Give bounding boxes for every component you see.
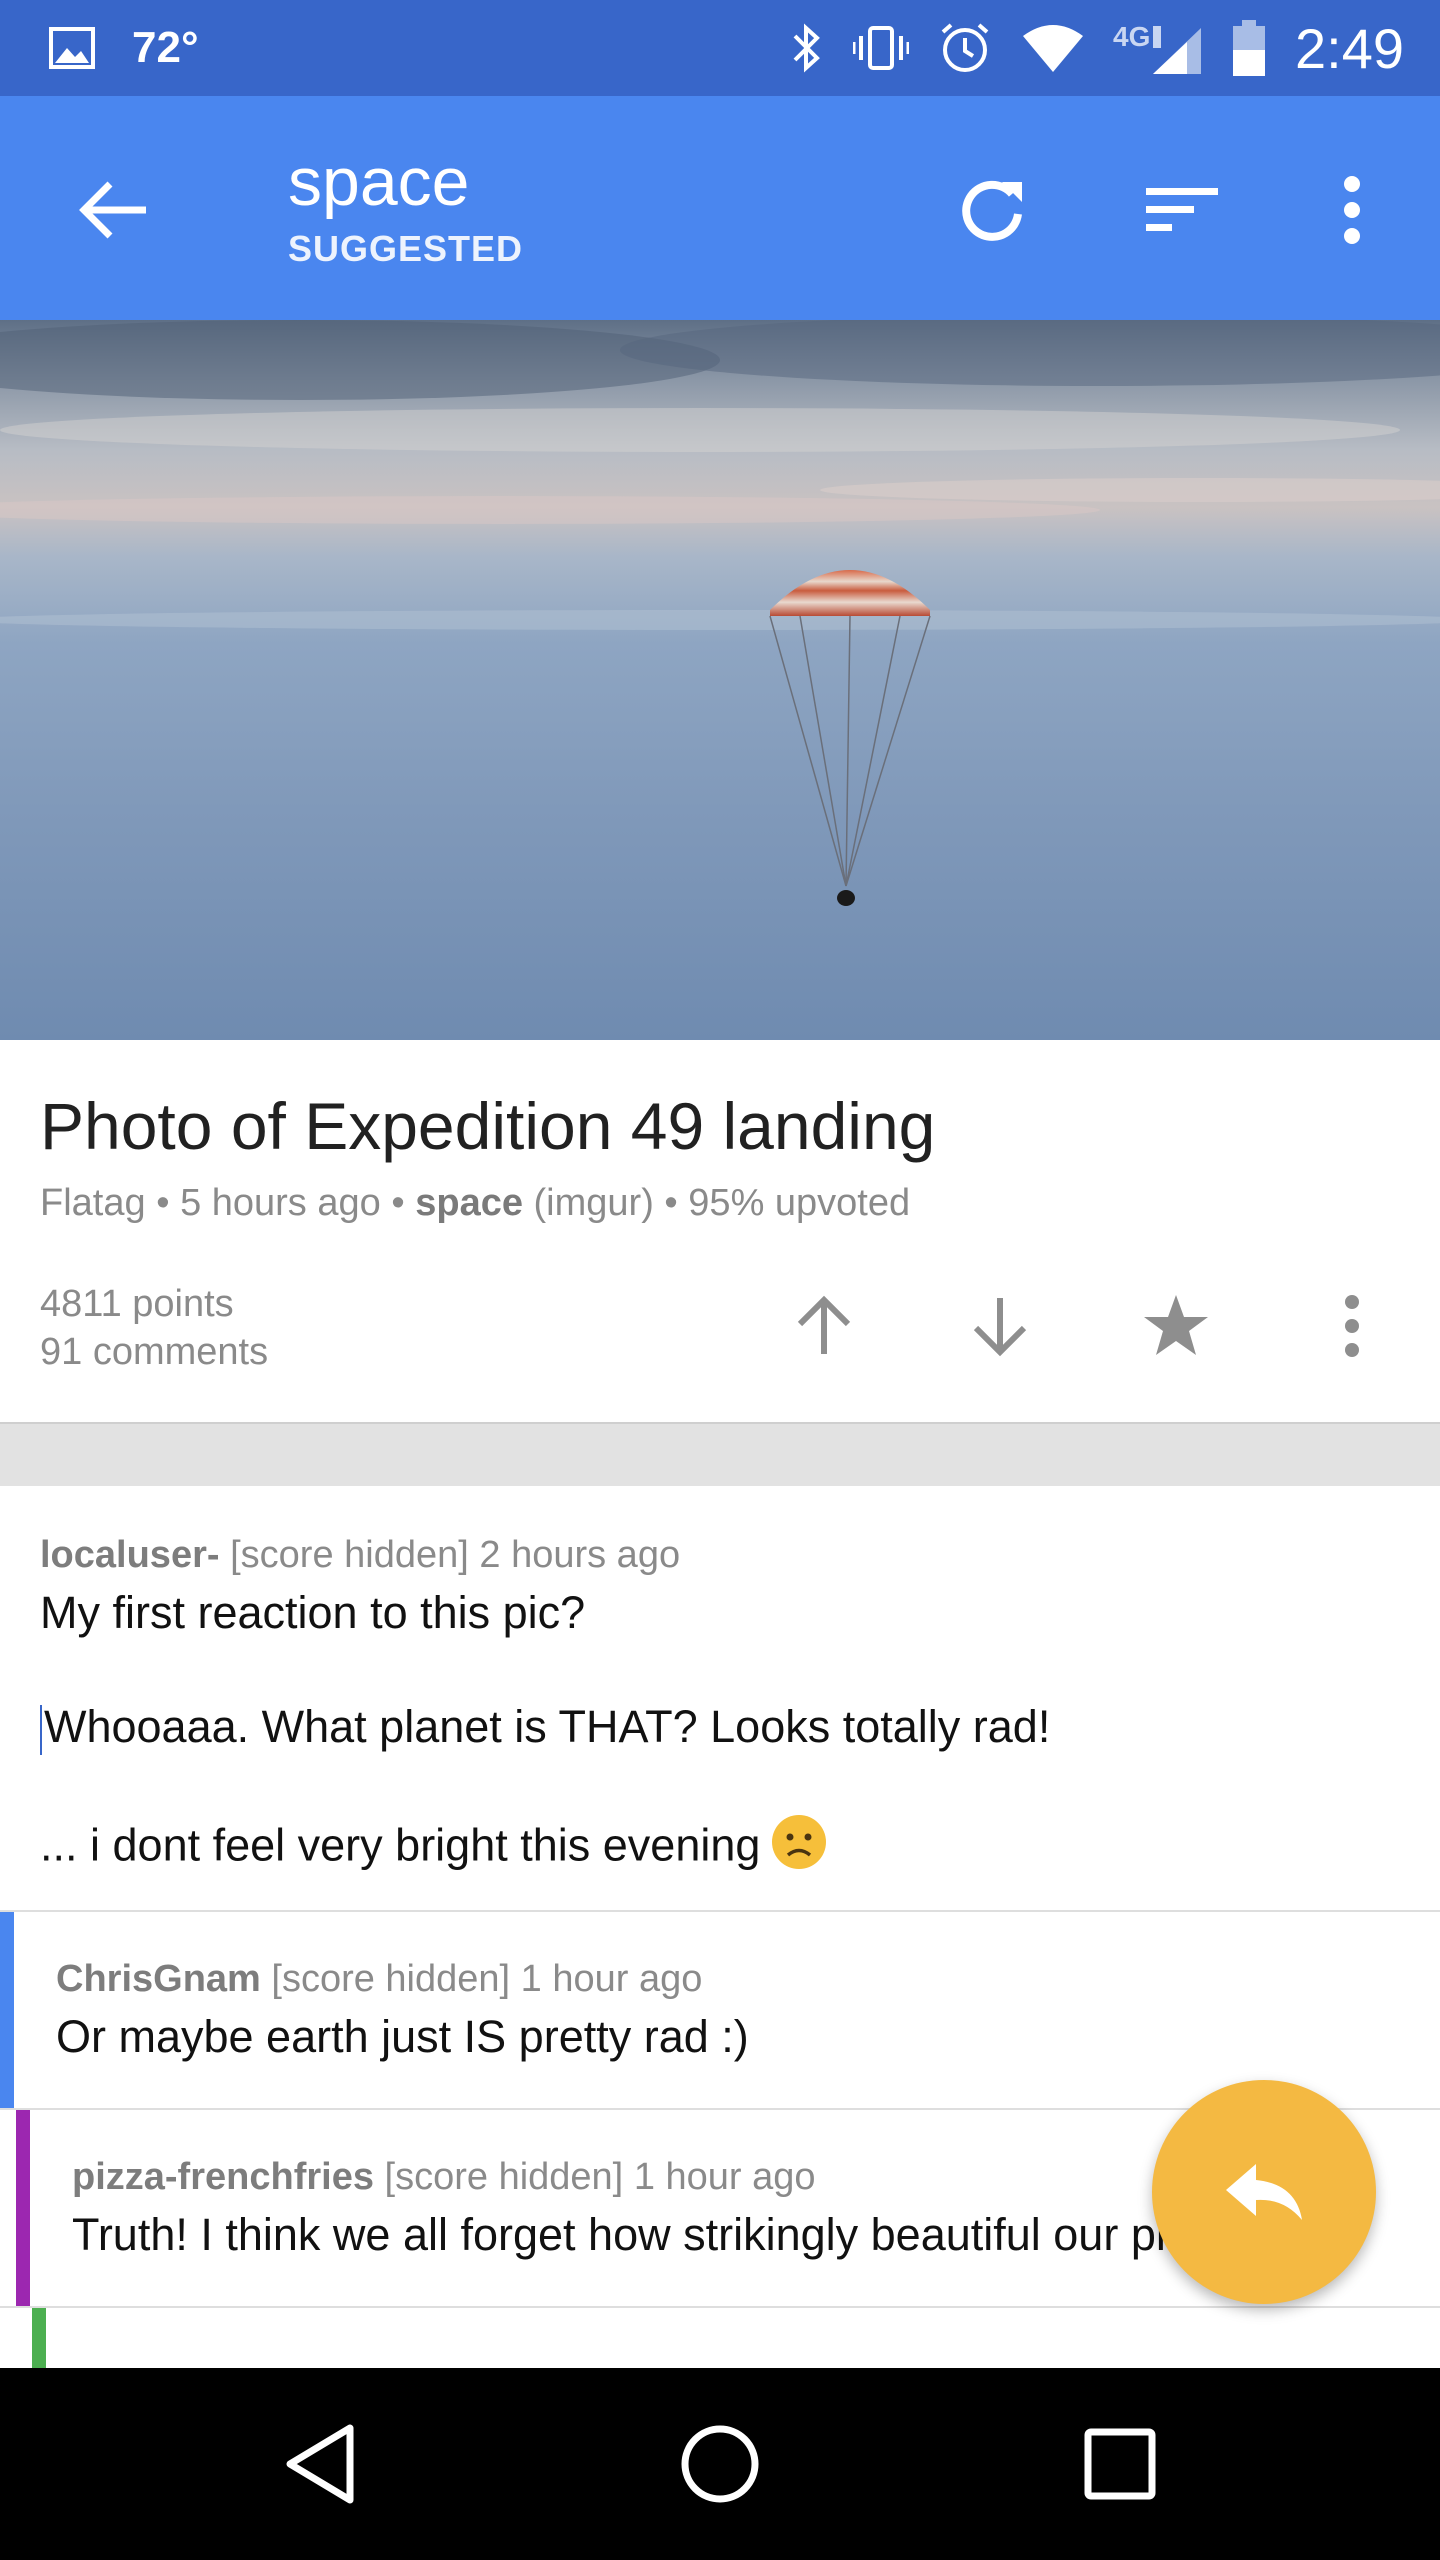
more-vert-icon — [1345, 1295, 1359, 1357]
comment-score: [score hidden] — [230, 1534, 469, 1576]
image-icon — [48, 26, 96, 70]
nav-back-button[interactable] — [264, 2408, 376, 2520]
reply-button[interactable] — [1152, 2080, 1376, 2304]
app-bar: space SUGGESTED — [0, 96, 1440, 320]
comment-line-wrap: ... i dont feel very bright this evening — [40, 1813, 1050, 1884]
comment-body: Or maybe earth just IS pretty rad :) — [56, 2011, 749, 2062]
comment[interactable]: ChrisGnam [score hidden] 1 hour ago Or m… — [0, 1912, 1440, 2110]
refresh-icon — [962, 180, 1022, 241]
status-bar: 72° 4G 2:49 — [0, 0, 1440, 96]
more-vert-icon — [1344, 176, 1360, 244]
star-icon — [1144, 1295, 1208, 1355]
comment-header: localuser- [score hidden] 2 hours ago — [40, 1534, 1050, 1577]
post-meta: Flatag • 5 hours ago • space (imgur) • 9… — [40, 1182, 911, 1224]
comment-author[interactable]: pizza-frenchfries — [72, 2156, 374, 2198]
post-more-button[interactable] — [1296, 1270, 1408, 1382]
depth-indicator — [16, 2110, 30, 2306]
signal-icon: 4G — [1113, 20, 1203, 76]
upvote-icon — [797, 1295, 851, 1354]
nav-recents-button[interactable] — [1064, 2408, 1176, 2520]
comment-body: My first reaction to this pic? Whooaaa. … — [40, 1585, 1050, 1884]
bluetooth-icon — [789, 20, 825, 76]
sort-button[interactable] — [1126, 154, 1238, 266]
depth-indicator — [32, 2308, 46, 2368]
comment-line: Whooaaa. What planet is THAT? Looks tota… — [44, 1701, 1051, 1752]
app-bar-titles: space SUGGESTED — [288, 142, 523, 270]
comment-score: [score hidden] — [384, 2156, 624, 2198]
depth-indicator — [0, 1912, 14, 2108]
sad-face-emoji-icon — [770, 1813, 828, 1884]
comment-header: ChrisGnam [score hidden] 1 hour ago — [56, 1958, 749, 2001]
comment-line: ... i dont feel very bright this evening — [40, 1819, 761, 1871]
post-comment-count: 91 comments — [40, 1331, 269, 1373]
comment-line-wrap: Whooaaa. What planet is THAT? Looks tota… — [40, 1699, 1051, 1756]
post-domain: (imgur) — [533, 1182, 654, 1224]
post-subreddit[interactable]: space — [415, 1182, 523, 1224]
more-options-button[interactable] — [1296, 154, 1408, 266]
refresh-button[interactable] — [936, 154, 1048, 266]
post-author[interactable]: Flatag — [40, 1182, 146, 1224]
page-title: space — [288, 144, 470, 220]
post-upvote-ratio: 95% upvoted — [688, 1182, 911, 1224]
comment[interactable] — [0, 2308, 1440, 2368]
temperature: 72° — [132, 23, 199, 72]
comment-age: 1 hour ago — [633, 2156, 816, 2198]
post-title[interactable]: Photo of Expedition 49 landing — [40, 1088, 935, 1164]
post-image[interactable] — [0, 320, 1440, 1040]
comment-age: 1 hour ago — [520, 1958, 703, 2000]
page-subtitle: SUGGESTED — [288, 228, 524, 269]
post-age: 5 hours ago — [180, 1182, 381, 1224]
text-cursor — [40, 1705, 42, 1756]
battery-icon — [1231, 18, 1267, 78]
save-button[interactable] — [1120, 1270, 1232, 1382]
reply-icon — [1226, 2164, 1302, 2220]
nav-back-icon — [286, 2424, 354, 2504]
vibrate-icon — [853, 24, 909, 72]
nav-recents-icon — [1084, 2428, 1156, 2500]
comment[interactable]: localuser- [score hidden] 2 hours ago My… — [0, 1486, 1440, 1912]
post-stats: 4811 points 91 comments — [40, 1280, 268, 1376]
back-button[interactable] — [58, 154, 170, 266]
comment-author[interactable]: ChrisGnam — [56, 1958, 261, 2000]
alarm-icon — [937, 20, 993, 76]
post-points: 4811 points — [40, 1283, 234, 1325]
sort-icon — [1146, 188, 1218, 231]
navigation-bar — [0, 2368, 1440, 2560]
back-arrow-icon — [79, 181, 146, 239]
wifi-icon — [1021, 22, 1085, 74]
comment-age: 2 hours ago — [479, 1534, 681, 1576]
comment-score: [score hidden] — [271, 1958, 511, 2000]
svg-text:4G: 4G — [1113, 21, 1150, 52]
section-divider — [0, 1424, 1440, 1486]
comment-author[interactable]: localuser- — [40, 1534, 220, 1576]
downvote-icon — [973, 1298, 1027, 1357]
upvote-button[interactable] — [768, 1270, 880, 1382]
downvote-button[interactable] — [944, 1270, 1056, 1382]
nav-home-button[interactable] — [664, 2408, 776, 2520]
clock: 2:49 — [1295, 16, 1404, 80]
comment-line: My first reaction to this pic? — [40, 1587, 586, 1638]
nav-home-icon — [681, 2425, 759, 2503]
